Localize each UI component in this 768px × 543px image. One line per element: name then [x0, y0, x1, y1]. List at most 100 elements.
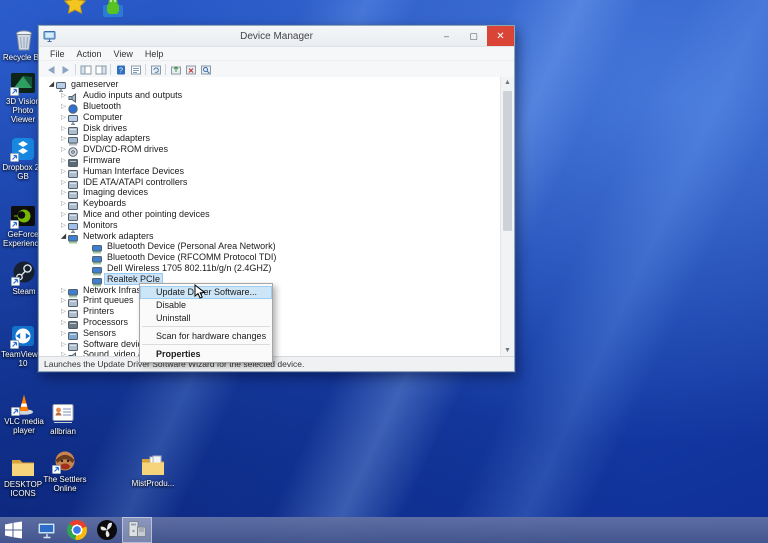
- menu-help[interactable]: Help: [139, 49, 170, 59]
- properties-icon[interactable]: [128, 63, 143, 76]
- expander-closed-icon[interactable]: ▷: [59, 307, 68, 315]
- taskbar: [0, 517, 768, 543]
- scroll-up-icon[interactable]: ▲: [501, 77, 514, 89]
- scrollbar-thumb[interactable]: [503, 91, 512, 231]
- tree-item-keyboards[interactable]: ▷ Keyboards: [39, 198, 501, 211]
- tree-item-bluetooth[interactable]: ▷ Bluetooth: [39, 101, 501, 114]
- tree-item-dell-wireless-1705-802-11b-g-n-2-4ghz[interactable]: Dell Wireless 1705 802.11b/g/n (2.4GHZ): [39, 263, 501, 276]
- tree-item-label: Computer: [83, 111, 123, 122]
- mouse-device-icon: [68, 209, 78, 221]
- printqueue-device-icon: [68, 295, 78, 308]
- desktop-icon-green-top[interactable]: [90, 0, 136, 20]
- tree-item-audio-inputs-and-outputs[interactable]: ▷ Audio inputs and outputs: [39, 90, 501, 104]
- uninstall-icon[interactable]: [183, 63, 198, 76]
- tree-item-network-adapters[interactable]: ◢ Network adapters: [39, 230, 501, 244]
- vertical-scrollbar[interactable]: ▲ ▼: [500, 77, 514, 357]
- action-pane-icon[interactable]: [93, 63, 108, 76]
- context-menu-item-properties[interactable]: Properties: [140, 347, 272, 360]
- desktop-icon-settlers[interactable]: The Settlers Online: [42, 448, 88, 493]
- tree-item-imaging-devices[interactable]: ▷ Imaging devices: [39, 187, 501, 200]
- expander-closed-icon[interactable]: ▷: [59, 210, 68, 218]
- tree-item-label: Bluetooth Device (Personal Area Network): [107, 241, 276, 252]
- context-menu-item-update-driver-software[interactable]: Update Driver Software...: [140, 286, 272, 299]
- desktop-icon-label: Steam: [12, 287, 36, 296]
- start-button[interactable]: [0, 517, 26, 543]
- windows-logo-icon: [3, 519, 24, 541]
- tree-item-computer[interactable]: ▷ Computer: [39, 111, 501, 125]
- tree-item-label: Bluetooth Device (RFCOMM Protocol TDI): [107, 252, 277, 263]
- tree-item-dvd-cd-rom-drives[interactable]: ▷ DVD/CD-ROM drives: [39, 144, 501, 157]
- close-button[interactable]: ✕: [487, 26, 514, 46]
- tree-item-gameserver[interactable]: ◢ gameserver: [39, 79, 501, 93]
- forward-icon[interactable]: [58, 63, 73, 76]
- menu-file[interactable]: File: [44, 49, 71, 59]
- scan-hardware-icon[interactable]: [198, 63, 213, 76]
- tree-item-label: Printers: [83, 306, 115, 317]
- star-icon: [62, 0, 88, 18]
- context-menu-item-disable[interactable]: Disable: [140, 299, 272, 312]
- mouse-cursor: [194, 283, 206, 305]
- expander-closed-icon[interactable]: ▷: [59, 329, 68, 337]
- back-icon[interactable]: [43, 63, 58, 76]
- tree-item-bluetooth-device-personal-area-network[interactable]: Bluetooth Device (Personal Area Network): [39, 241, 501, 254]
- file-explorer[interactable]: [32, 517, 62, 543]
- desktop-icon-desktop-icons-folder[interactable]: DESKTOP ICONS: [0, 453, 46, 498]
- expander-closed-icon[interactable]: ▷: [59, 113, 68, 121]
- tree-item-display-adapters[interactable]: ▷ Display adapters: [39, 133, 501, 146]
- expander-closed-icon[interactable]: ▷: [59, 102, 68, 110]
- expander-closed-icon[interactable]: ▷: [59, 156, 68, 164]
- tree-item-mice-and-other-pointing-devices[interactable]: ▷ Mice and other pointing devices: [39, 209, 501, 221]
- expander-closed-icon[interactable]: ▷: [59, 178, 68, 186]
- tree-item-ide-ata-atapi-controllers[interactable]: ▷ IDE ATA/ATAPI controllers: [39, 176, 501, 189]
- 3d-vision-icon: [10, 70, 36, 96]
- tree-item-bluetooth-device-rfcomm-protocol-tdi[interactable]: Bluetooth Device (RFCOMM Protocol TDI): [39, 252, 501, 265]
- minimize-button[interactable]: –: [433, 26, 460, 46]
- fan-app[interactable]: [92, 517, 122, 543]
- network-adapter-device-icon: [92, 241, 102, 254]
- expander-closed-icon[interactable]: ▷: [59, 124, 68, 132]
- expander-closed-icon[interactable]: ▷: [59, 167, 68, 175]
- printer-device-icon: [68, 306, 78, 319]
- device-manager[interactable]: [122, 517, 152, 543]
- tree-item-label: Processors: [83, 316, 129, 327]
- computer-device-icon: [68, 112, 78, 125]
- monitor-device-icon: [68, 220, 78, 233]
- tree-item-disk-drives[interactable]: ▷ Disk drives: [39, 122, 501, 135]
- chrome[interactable]: [62, 517, 92, 543]
- maximize-button[interactable]: ▢: [460, 26, 487, 46]
- expander-closed-icon[interactable]: ▷: [59, 199, 68, 207]
- expander-closed-icon[interactable]: ▷: [59, 91, 68, 99]
- title-bar[interactable]: Device Manager – ▢ ✕: [39, 26, 514, 47]
- expander-closed-icon[interactable]: ▷: [59, 286, 68, 294]
- expander-closed-icon[interactable]: ▷: [59, 221, 68, 229]
- context-menu-item-uninstall[interactable]: Uninstall: [140, 312, 272, 325]
- expander-closed-icon[interactable]: ▷: [59, 134, 68, 142]
- expander-closed-icon[interactable]: ▷: [59, 188, 68, 196]
- computer-device-icon: [56, 79, 66, 93]
- help-icon[interactable]: ?: [113, 63, 128, 76]
- fan-icon: [96, 519, 118, 541]
- menu-action[interactable]: Action: [71, 49, 108, 59]
- green-app-icon: [100, 0, 126, 20]
- dvd-device-icon: [68, 144, 78, 157]
- console-tree-icon[interactable]: [78, 63, 93, 76]
- contact-card-icon: [50, 400, 76, 426]
- expander-closed-icon[interactable]: ▷: [59, 296, 68, 304]
- tree-item-human-interface-devices[interactable]: ▷ Human Interface Devices: [39, 165, 501, 178]
- expander-open-icon[interactable]: ◢: [47, 80, 56, 88]
- expander-closed-icon[interactable]: ▷: [59, 340, 68, 348]
- update-driver-icon[interactable]: [168, 63, 183, 76]
- expander-closed-icon[interactable]: ▷: [59, 318, 68, 326]
- expander-closed-icon[interactable]: ▷: [59, 145, 68, 153]
- menu-view[interactable]: View: [108, 49, 139, 59]
- tree-item-label: Keyboards: [83, 198, 127, 209]
- expander-open-icon[interactable]: ◢: [59, 232, 68, 240]
- context-menu-item-scan-for-hardware-changes[interactable]: Scan for hardware changes: [140, 329, 272, 342]
- tree-item-label: Monitors: [83, 219, 118, 230]
- desktop-icon-allbrian[interactable]: allbrian: [40, 400, 86, 436]
- firmware-device-icon: [68, 155, 78, 167]
- desktop-icon-mistprodu-folder[interactable]: MistProdu...: [130, 452, 176, 488]
- refresh-icon[interactable]: [148, 63, 163, 76]
- tree-item-firmware[interactable]: ▷ Firmware: [39, 155, 501, 167]
- tree-item-monitors[interactable]: ▷ Monitors: [39, 219, 501, 233]
